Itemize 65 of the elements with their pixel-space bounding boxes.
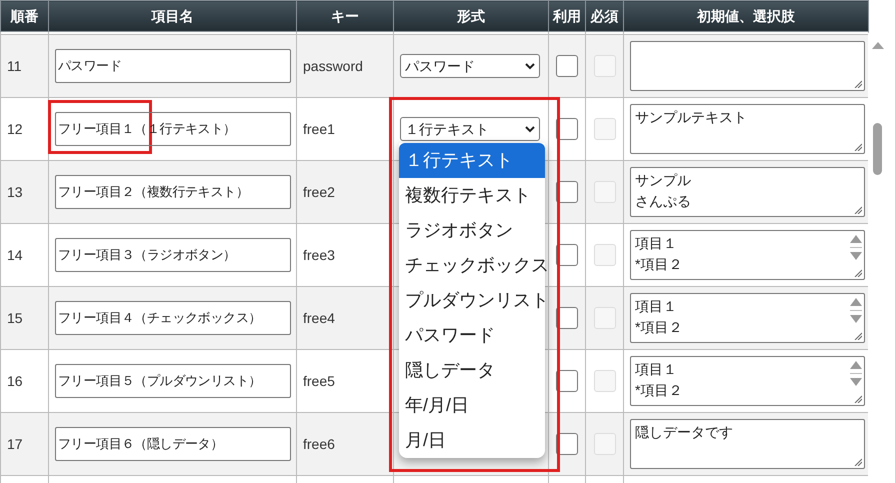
value-line: *項目２ [635,255,682,274]
value-line: サンプルテキスト [635,108,747,127]
default-value-field[interactable]: 隠しデータです [630,419,865,469]
column-header: 形式 [394,0,548,32]
key-text: free4 [303,310,335,326]
resize-grip-icon[interactable] [854,332,862,340]
column-header: 順番 [0,0,48,32]
default-value-field[interactable] [630,41,865,91]
name-field[interactable]: フリー項目５（プルダウンリスト） [55,364,291,398]
menu-option[interactable]: 年/月/日 [399,388,545,423]
row-number: 12 [7,120,23,136]
menu-option[interactable]: チェックボックス [399,248,545,283]
key-text: free2 [303,184,335,200]
resize-grip-icon[interactable] [854,395,862,403]
name-field[interactable]: フリー項目３（ラジオボタン） [55,238,291,272]
key-text: free3 [303,246,335,262]
key-text: free1 [303,120,335,136]
chevron-down-icon [525,126,535,132]
value-line: さんぷる [635,192,691,211]
column-header: キー [296,0,394,32]
name-field[interactable]: フリー項目２（複数行テキスト） [55,175,291,209]
menu-option[interactable]: １行テキスト [399,143,545,178]
value-line: 項目１ [635,297,677,316]
row-number: 15 [7,310,23,326]
default-value-field[interactable]: サンプルテキスト [630,104,865,154]
column-header: 項目名 [48,0,296,32]
use-checkbox[interactable] [556,55,578,77]
value-line: 項目１ [635,234,677,253]
value-line: *項目２ [635,381,682,400]
resize-grip-icon[interactable] [854,458,862,466]
menu-option[interactable]: 隠しデータ [399,353,545,388]
menu-option[interactable]: プルダウンリスト [399,283,545,318]
value-line: サンプル [635,171,691,190]
row-number: 16 [7,372,23,388]
key-text: free5 [303,372,335,388]
menu-option[interactable]: ラジオボタン [399,213,545,248]
resize-grip-icon[interactable] [854,80,862,88]
type-select[interactable]: １行テキスト [400,117,540,141]
name-field[interactable]: パスワード [55,49,291,83]
value-line: 隠しデータです [635,423,733,442]
chevron-down-icon [525,62,535,70]
default-value-field[interactable]: サンプル さんぷる [630,167,865,217]
name-field[interactable]: フリー項目４（チェックボックス） [55,301,291,335]
row-number: 13 [7,184,23,200]
resize-grip-icon[interactable] [854,269,862,277]
key-text: password [303,58,363,74]
type-select[interactable]: パスワード [400,54,540,78]
value-line: *項目２ [635,318,682,337]
column-header: 初期値、選択肢 [624,0,868,32]
default-value-field[interactable]: 項目１ *項目２ [630,293,865,343]
value-line: 項目１ [635,360,677,379]
resize-grip-icon[interactable] [854,206,862,214]
column-header: 必須 [586,0,624,32]
scrollbar-thumb[interactable] [873,123,882,175]
resize-grip-icon[interactable] [854,143,862,151]
name-field[interactable]: フリー項目６（隠しデータ） [55,427,291,461]
menu-option[interactable]: パスワード [399,318,545,353]
default-value-field[interactable]: 項目１ *項目２ [630,230,865,280]
row-number: 17 [7,436,23,452]
key-text: free6 [303,436,335,452]
row-number: 14 [7,246,23,262]
scroll-up-icon[interactable] [871,41,885,50]
column-header: 利用 [548,0,586,32]
row-number: 11 [7,58,22,74]
default-value-field[interactable]: 項目１ *項目２ [630,356,865,406]
